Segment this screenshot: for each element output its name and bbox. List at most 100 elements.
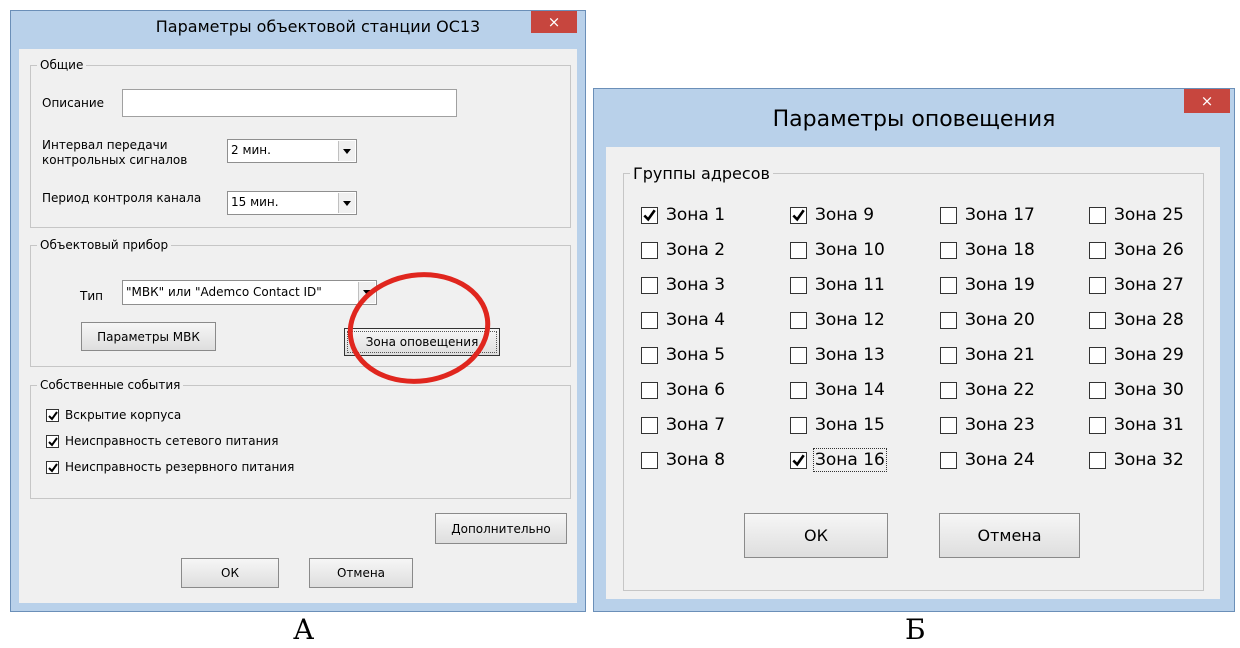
chevron-down-icon[interactable]	[338, 141, 355, 161]
zone-checkbox[interactable]	[641, 242, 658, 259]
zone-label: Зона 20	[965, 310, 1035, 330]
zone-checkbox[interactable]	[790, 347, 807, 364]
group-device-label: Объектовый прибор	[37, 238, 172, 253]
chevron-down-icon[interactable]	[338, 193, 355, 213]
zone-label: Зона 31	[1114, 415, 1184, 435]
close-button[interactable]: ×	[531, 11, 577, 33]
zone-checkbox[interactable]	[940, 207, 957, 224]
zone-checkbox[interactable]	[1089, 417, 1106, 434]
zone-checkbox[interactable]	[641, 277, 658, 294]
caption-b: Б	[905, 613, 926, 646]
cancel-button[interactable]: Отмена	[309, 558, 413, 588]
device-type-select[interactable]: "МВК" или "Ademco Contact ID"	[122, 280, 377, 305]
zone-label: Зона 23	[965, 415, 1035, 435]
zone-checkbox[interactable]	[790, 417, 807, 434]
zone-checkbox[interactable]	[1089, 277, 1106, 294]
zone-label: Зона 27	[1114, 275, 1184, 295]
checkmark-icon	[47, 410, 58, 421]
title-bar[interactable]: Параметры объектовой станции ОС13 ×	[11, 11, 585, 41]
zone-label: Зона 14	[815, 380, 885, 400]
zone-checkbox[interactable]	[790, 382, 807, 399]
description-input[interactable]	[122, 89, 457, 117]
zone-label: Зона 2	[666, 240, 726, 260]
zone-checkbox[interactable]	[1089, 207, 1106, 224]
dialog-station-params: Параметры объектовой станции ОС13 × Общи…	[10, 10, 586, 612]
zone-label: Зона 9	[815, 205, 875, 225]
zone-checkbox[interactable]	[1089, 312, 1106, 329]
caption-a: А	[293, 613, 315, 646]
zone-label: Зона 21	[965, 345, 1035, 365]
title-bar[interactable]: Параметры оповещения ×	[594, 89, 1234, 145]
zone-label: Зона 8	[666, 450, 726, 470]
period-select[interactable]: 15 мин.	[227, 191, 357, 215]
highlight-ellipse	[347, 272, 491, 384]
zone-checkbox[interactable]	[790, 207, 807, 224]
zone-checkbox[interactable]	[940, 382, 957, 399]
checkmark-icon	[47, 436, 58, 447]
type-label: Тип	[80, 289, 103, 303]
zone-checkbox[interactable]	[790, 312, 807, 329]
group-address-groups-label: Группы адресов	[630, 164, 773, 183]
zone-checkbox[interactable]	[940, 242, 957, 259]
dialog-alert-params: Параметры оповещения × Группы адресов Зо…	[593, 88, 1235, 612]
zone-checkbox[interactable]	[940, 452, 957, 469]
zone-label: Зона 5	[666, 345, 726, 365]
zone-label: Зона 32	[1114, 450, 1184, 470]
close-icon: ×	[547, 13, 561, 31]
zone-checkbox[interactable]	[1089, 347, 1106, 364]
event-checkbox[interactable]	[46, 435, 59, 448]
zone-label: Зона 7	[666, 415, 726, 435]
mvk-params-button[interactable]: Параметры МВК	[81, 322, 216, 351]
event-checkbox[interactable]	[46, 461, 59, 474]
dialog-title: Параметры объектовой станции ОС13	[155, 17, 481, 36]
event-checkbox-row[interactable]: Неисправность сетевого питания	[46, 434, 366, 450]
zone-checkbox[interactable]	[641, 312, 658, 329]
zone-checkbox[interactable]	[790, 452, 807, 469]
zone-label: Зона 19	[965, 275, 1035, 295]
zone-label: Зона 12	[815, 310, 885, 330]
zone-label: Зона 15	[815, 415, 885, 435]
zone-label: Зона 11	[815, 275, 885, 295]
zone-checkbox[interactable]	[641, 417, 658, 434]
close-icon: ×	[1200, 92, 1214, 110]
zone-checkbox[interactable]	[940, 312, 957, 329]
zone-label: Зона 22	[965, 380, 1035, 400]
zone-checkbox[interactable]	[940, 347, 957, 364]
checkmark-icon	[792, 209, 805, 222]
event-checkbox-label: Вскрытие корпуса	[65, 408, 182, 422]
zone-checkbox[interactable]	[1089, 382, 1106, 399]
zone-checkbox[interactable]	[641, 347, 658, 364]
close-button[interactable]: ×	[1184, 89, 1230, 113]
zone-label: Зона 24	[965, 450, 1035, 470]
zone-checkbox[interactable]	[1089, 452, 1106, 469]
checkmark-icon	[47, 462, 58, 473]
event-checkbox-label: Неисправность сетевого питания	[65, 434, 279, 448]
zone-checkbox[interactable]	[940, 277, 957, 294]
zone-label: Зона 28	[1114, 310, 1184, 330]
zone-label: Зона 25	[1114, 205, 1184, 225]
ok-button[interactable]: ОК	[181, 558, 279, 588]
event-checkbox-row[interactable]: Вскрытие корпуса	[46, 408, 366, 424]
event-checkbox-row[interactable]: Неисправность резервного питания	[46, 460, 366, 476]
cancel-button[interactable]: Отмена	[939, 513, 1080, 558]
group-general-label: Общие	[37, 58, 87, 73]
zone-label: Зона 17	[965, 205, 1035, 225]
description-label: Описание	[42, 96, 105, 110]
zone-checkbox[interactable]	[790, 277, 807, 294]
event-checkbox[interactable]	[46, 409, 59, 422]
zone-label: Зона 26	[1114, 240, 1184, 260]
zone-label: Зона 30	[1114, 380, 1184, 400]
zone-checkbox[interactable]	[1089, 242, 1106, 259]
zone-checkbox[interactable]	[940, 417, 957, 434]
additional-button[interactable]: Дополнительно	[435, 513, 567, 544]
zone-checkbox[interactable]	[641, 382, 658, 399]
zone-label: Зона 18	[965, 240, 1035, 260]
zone-checkbox[interactable]	[641, 452, 658, 469]
period-value: 15 мин.	[231, 195, 279, 209]
checkmark-icon	[792, 454, 805, 467]
ok-button[interactable]: ОК	[744, 513, 888, 558]
zone-checkbox[interactable]	[641, 207, 658, 224]
interval-select[interactable]: 2 мин.	[227, 139, 357, 163]
period-label: Период контроля канала	[42, 191, 202, 205]
zone-checkbox[interactable]	[790, 242, 807, 259]
